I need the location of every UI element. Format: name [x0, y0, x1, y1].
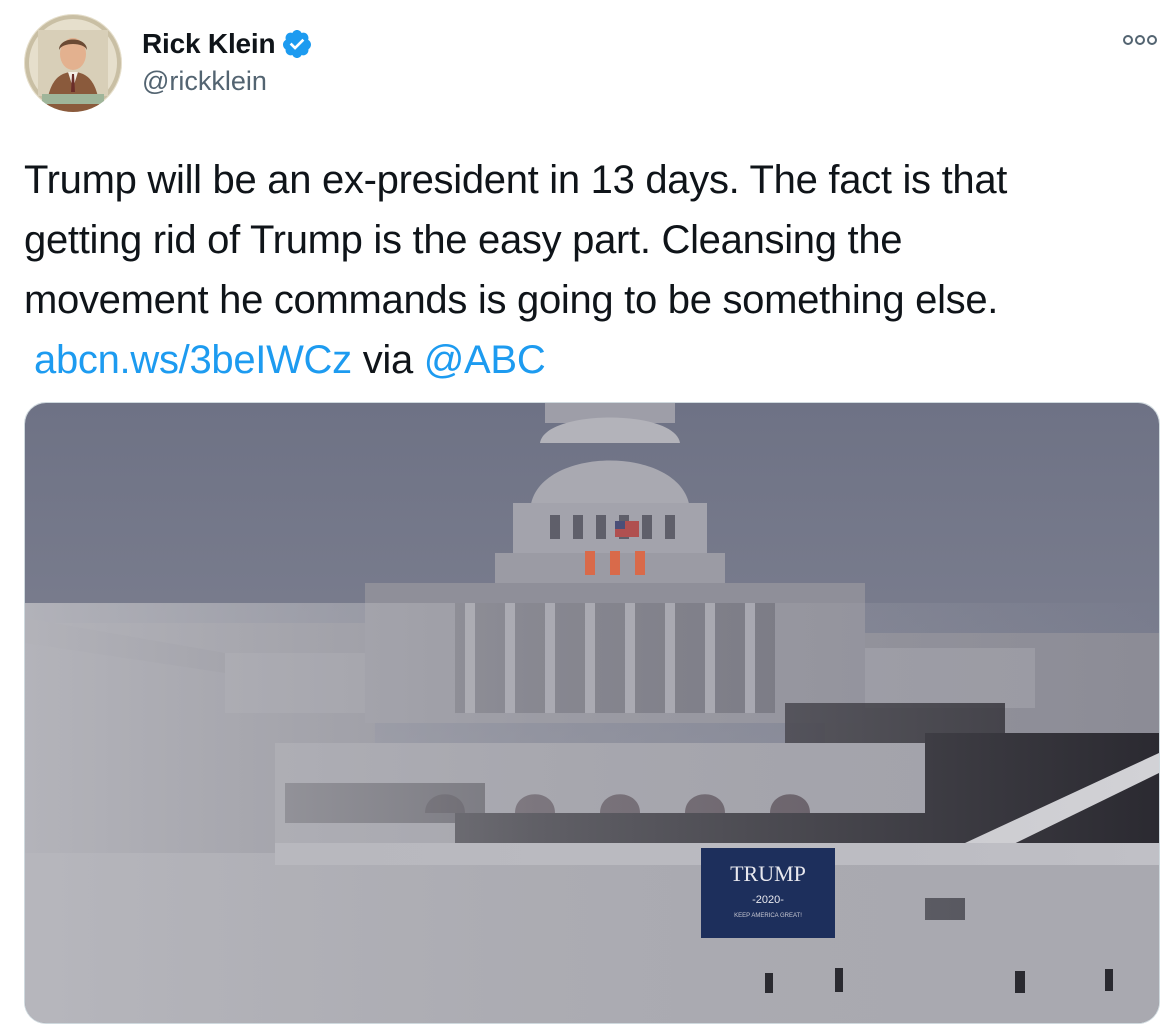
avatar-image [24, 14, 122, 112]
tweet-text-line: getting rid of Trump is the easy part. C… [24, 218, 903, 262]
author-name[interactable]: Rick Klein [142, 28, 276, 60]
tweet: Rick Klein @rickklein Trump will be an e… [0, 0, 1176, 1024]
banner-year: -2020- [752, 894, 784, 906]
capitol-photo: TRUMP -2020- KEEP AMERICA GREAT! [25, 403, 1159, 1023]
tweet-link-line: abcn.ws/3beIWCz via @ABC [24, 330, 1144, 390]
tweet-link[interactable]: abcn.ws/3beIWCz [34, 338, 352, 382]
via-text: via [362, 338, 414, 382]
tweet-text: Trump will be an ex-president in 13 days… [24, 150, 1144, 390]
author-name-row: Rick Klein [142, 26, 313, 62]
author-avatar[interactable] [24, 14, 122, 112]
tweet-text-line: Trump will be an ex-president in 13 days… [24, 158, 1008, 202]
verified-badge-icon [281, 28, 313, 60]
tweet-text-line: movement he commands is going to be some… [24, 278, 999, 322]
banner-text: TRUMP [730, 861, 806, 886]
banner-slogan: KEEP AMERICA GREAT! [734, 913, 802, 919]
more-options-icon[interactable] [1122, 30, 1158, 50]
mention-link[interactable]: @ABC [424, 338, 546, 382]
trump-banner: TRUMP -2020- KEEP AMERICA GREAT! [701, 848, 835, 938]
media-card[interactable]: TRUMP -2020- KEEP AMERICA GREAT! [24, 402, 1160, 1024]
author-handle[interactable]: @rickklein [142, 66, 267, 97]
